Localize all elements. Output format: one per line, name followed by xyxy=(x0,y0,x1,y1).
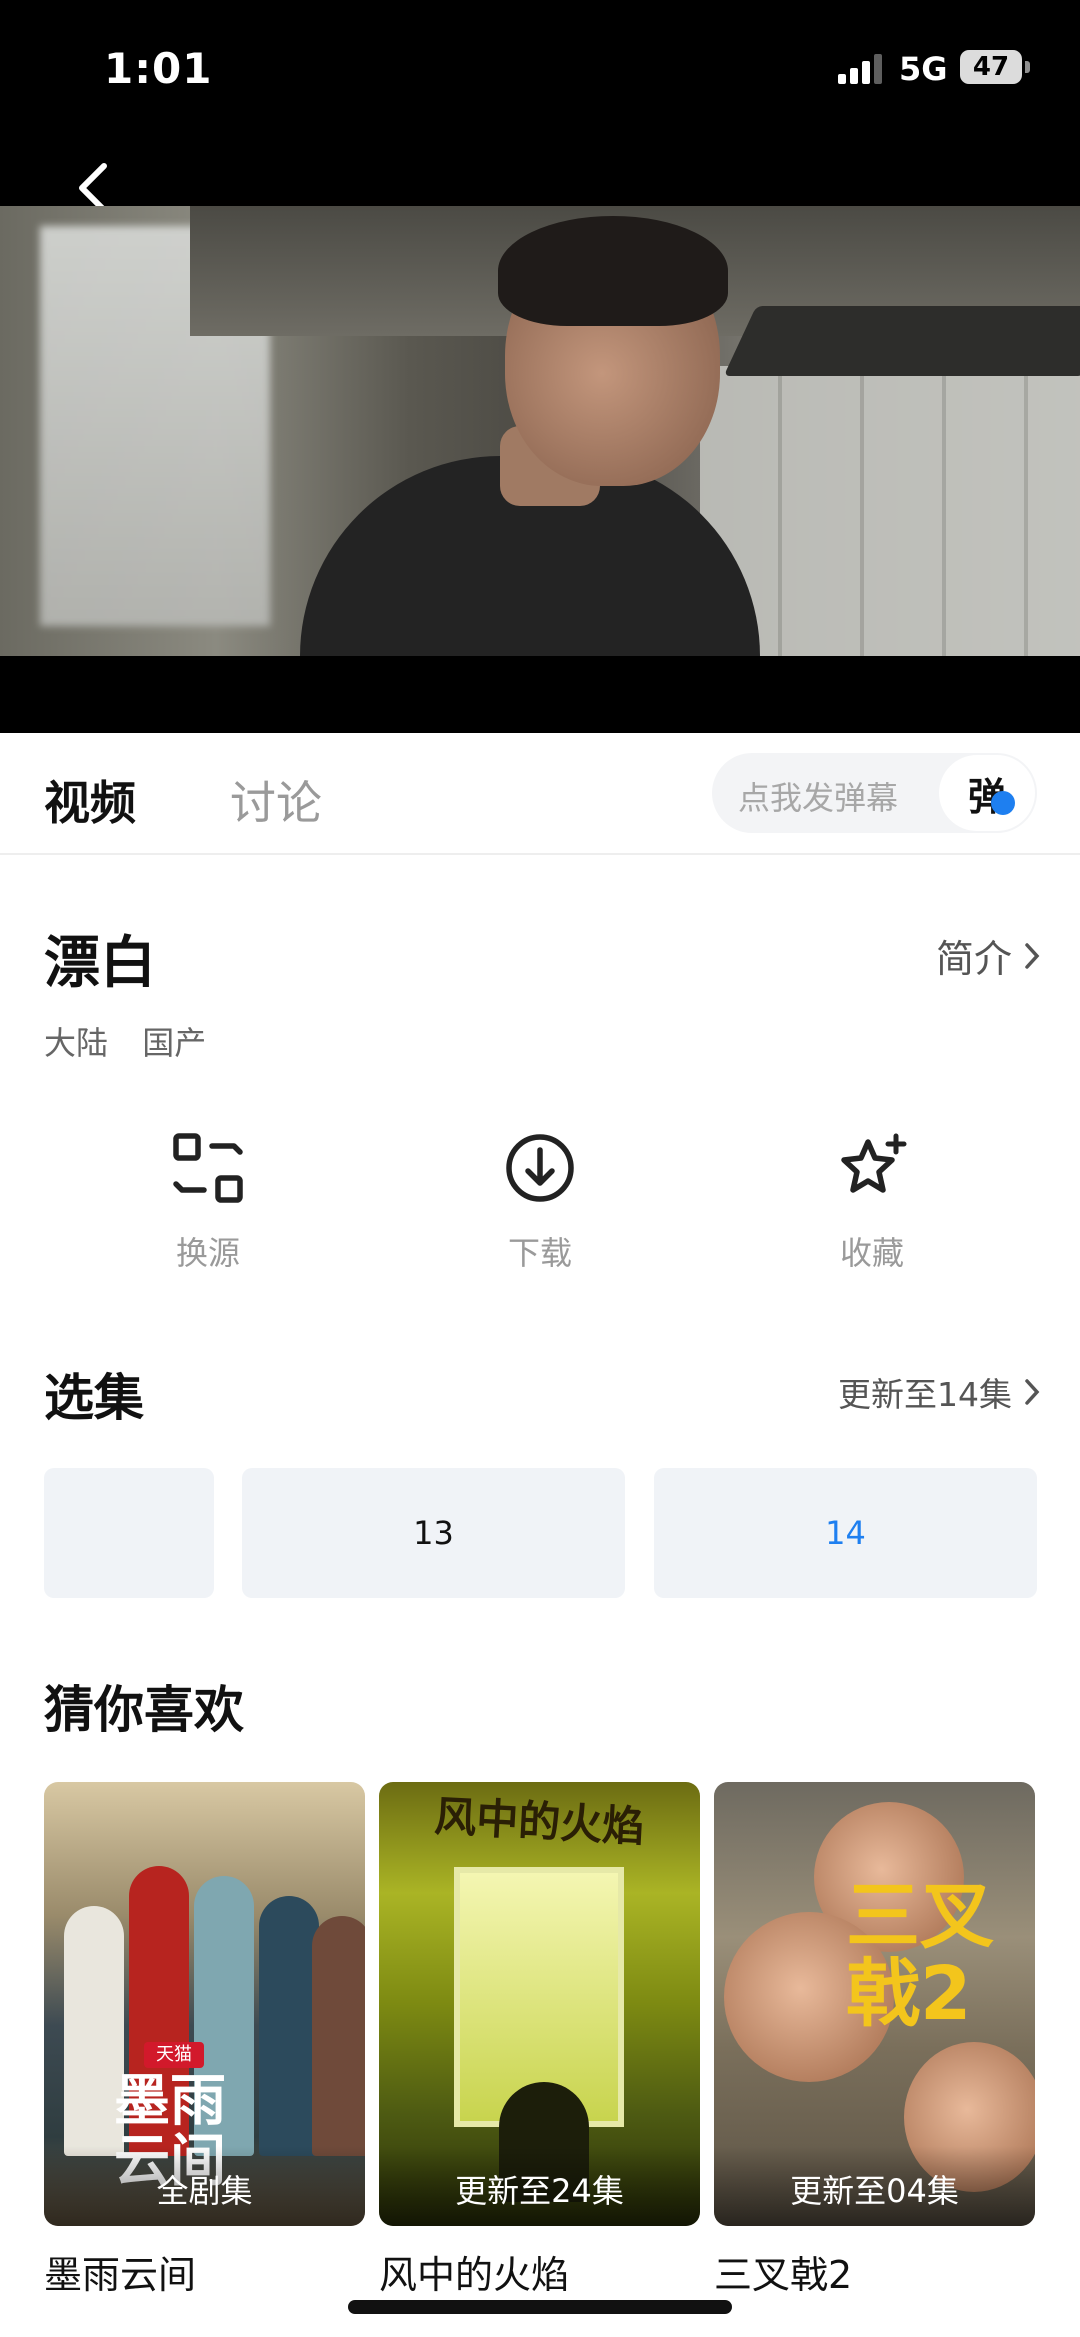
episodes-more-link[interactable]: 更新至14集 xyxy=(838,1368,1040,1416)
recommend-name: 三叉戟2 xyxy=(714,2253,853,2297)
poster-title-art: 风中的火焰 xyxy=(433,1791,646,1852)
recommend-poster: 风中的火焰 更新至24集 xyxy=(379,1782,700,2226)
poster-title-art: 三叉戟2 xyxy=(846,1873,994,2037)
recommend-name: 风中的火焰 xyxy=(379,2253,570,2297)
action-row: 换源 下载 收藏 xyxy=(0,1130,1080,1280)
download-label: 下载 xyxy=(507,1234,572,1272)
danmu-bar: 点我发弹幕 弹 xyxy=(712,753,1037,833)
video-player[interactable] xyxy=(0,206,1080,656)
home-indicator[interactable] xyxy=(348,2300,732,2314)
poster-figure xyxy=(259,1896,319,2156)
network-label: 5G xyxy=(899,50,948,88)
battery-icon: 47 xyxy=(960,50,1022,84)
show-title: 漂白 xyxy=(44,931,156,996)
tag-origin: 国产 xyxy=(142,1024,207,1062)
chevron-right-icon xyxy=(1025,942,1040,969)
recommend-card[interactable]: 风中的火焰 更新至24集 风中的火焰 xyxy=(379,1782,700,2299)
tab-bar: 视频 讨论 点我发弹幕 弹 xyxy=(0,733,1080,855)
recommend-card[interactable]: 三叉戟2 更新至04集 三叉戟2 xyxy=(714,1782,1035,2299)
favorite-button[interactable]: 收藏 xyxy=(772,1130,972,1274)
video-frame-hood xyxy=(723,306,1080,376)
episode-badge: 全剧集 xyxy=(156,2172,253,2210)
danmu-toggle-button[interactable]: 弹 xyxy=(939,755,1035,831)
chevron-right-icon xyxy=(1025,1379,1040,1405)
show-tags: 大陆 国产 xyxy=(44,1018,230,1064)
recommend-title: 猜你喜欢 xyxy=(44,1681,244,1739)
video-frame-person-hair xyxy=(498,216,728,326)
tab-video[interactable]: 视频 xyxy=(44,767,136,833)
episode-item-active[interactable]: 14 xyxy=(654,1468,1037,1598)
episode-badge: 更新至24集 xyxy=(455,2172,624,2210)
recommend-poster: 三叉戟2 更新至04集 xyxy=(714,1782,1035,2226)
signal-icon xyxy=(838,54,882,84)
battery-cap xyxy=(1025,61,1030,73)
episodes-update-label: 更新至14集 xyxy=(838,1375,1012,1414)
check-badge-icon xyxy=(991,791,1015,815)
episodes-title: 选集 xyxy=(44,1369,144,1427)
download-icon xyxy=(506,1134,574,1202)
episode-item[interactable]: 13 xyxy=(242,1468,625,1598)
status-time: 1:01 xyxy=(104,44,213,93)
download-button[interactable]: 下载 xyxy=(440,1130,640,1274)
intro-link[interactable]: 简介 xyxy=(936,928,1040,983)
recommend-card[interactable]: 天猫 墨雨 云间 全剧集 墨雨云间 xyxy=(44,1782,365,2299)
tab-discuss[interactable]: 讨论 xyxy=(230,767,322,833)
star-add-icon xyxy=(841,1133,907,1193)
intro-label: 简介 xyxy=(935,937,1012,981)
favorite-label: 收藏 xyxy=(839,1234,904,1272)
recommend-name: 墨雨云间 xyxy=(44,2253,197,2297)
poster-figure xyxy=(312,1916,365,2156)
episode-item[interactable] xyxy=(44,1468,214,1598)
switch-source-label: 换源 xyxy=(175,1234,240,1272)
status-bar: 1:01 5G 47 xyxy=(0,0,1080,140)
switch-source-icon xyxy=(173,1133,243,1203)
danmu-input[interactable]: 点我发弹幕 xyxy=(738,773,898,819)
episode-badge: 更新至04集 xyxy=(790,2172,959,2210)
recommend-poster: 天猫 墨雨 云间 全剧集 xyxy=(44,1782,365,2226)
switch-source-button[interactable]: 换源 xyxy=(108,1130,308,1274)
video-frame-tiles xyxy=(700,366,1080,656)
poster-tag: 天猫 xyxy=(144,2042,204,2068)
tag-region: 大陆 xyxy=(44,1024,109,1062)
